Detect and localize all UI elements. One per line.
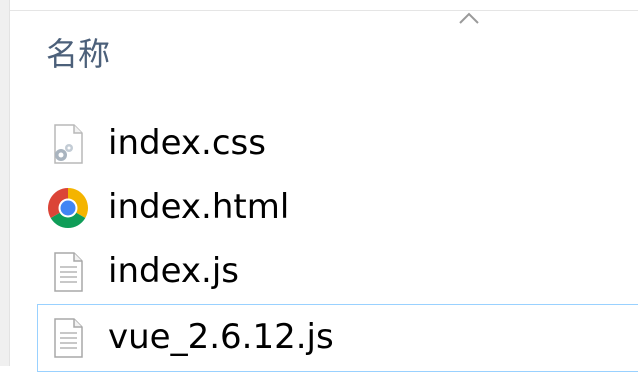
file-name: vue_2.6.12.js bbox=[108, 317, 334, 358]
header-divider bbox=[10, 10, 638, 11]
chrome-icon bbox=[46, 186, 90, 230]
file-name: index.js bbox=[108, 251, 239, 292]
text-file-icon bbox=[46, 316, 90, 360]
file-name: index.html bbox=[108, 187, 290, 228]
file-row-index-html[interactable]: index.html bbox=[37, 176, 638, 240]
file-list: index.css index.html index.js vue_2.6.12… bbox=[37, 112, 638, 372]
css-file-icon bbox=[46, 122, 90, 166]
column-header-bar: 名称 bbox=[10, 0, 638, 96]
window-frame-edge bbox=[0, 0, 10, 366]
file-row-index-css[interactable]: index.css bbox=[37, 112, 638, 176]
column-header-name[interactable]: 名称 bbox=[46, 30, 110, 78]
file-row-index-js[interactable]: index.js bbox=[37, 240, 638, 304]
file-row-vue-js[interactable]: vue_2.6.12.js bbox=[37, 304, 638, 372]
chevron-up-icon[interactable] bbox=[458, 10, 480, 26]
text-file-icon bbox=[46, 250, 90, 294]
file-name: index.css bbox=[108, 123, 266, 164]
